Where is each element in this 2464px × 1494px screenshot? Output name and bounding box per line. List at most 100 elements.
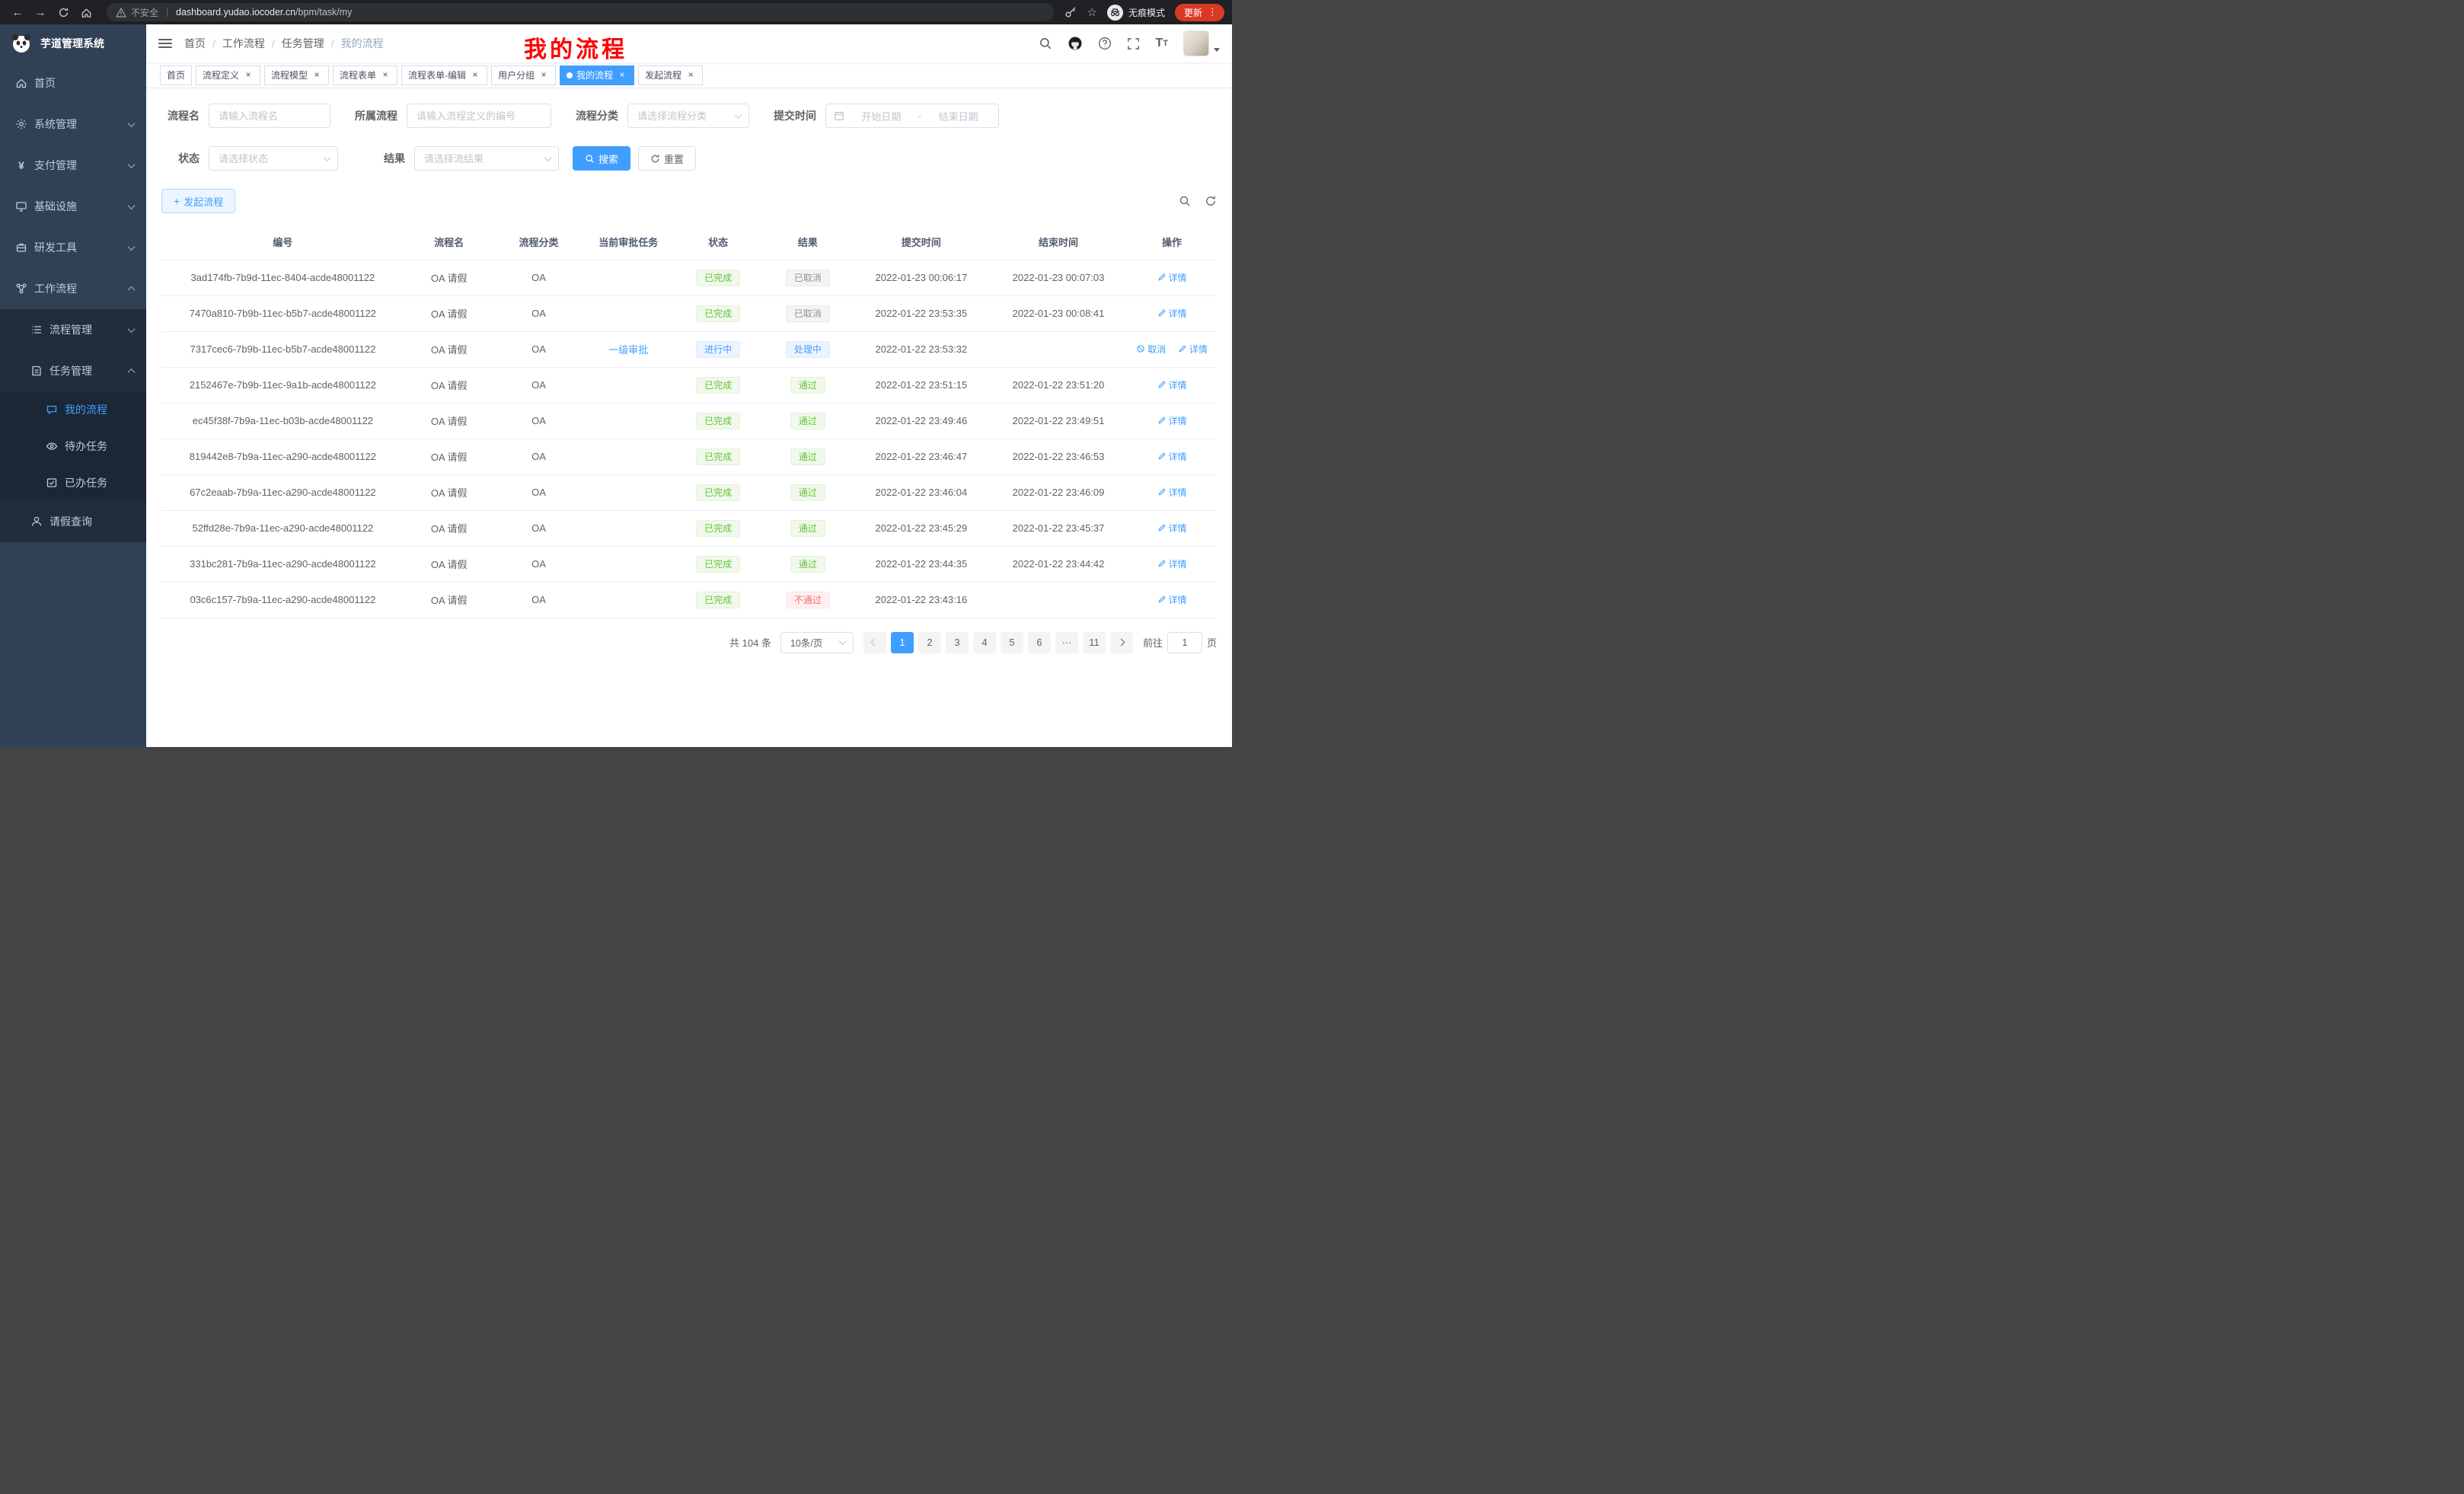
- sidebar-item-task-management[interactable]: 任务管理: [0, 350, 146, 391]
- sidebar-item-process-management[interactable]: 流程管理: [0, 309, 146, 350]
- tab-user-group[interactable]: 用户分组×: [491, 65, 556, 85]
- close-icon[interactable]: ×: [685, 70, 696, 81]
- user-menu[interactable]: [1183, 30, 1220, 56]
- result-select[interactable]: [414, 146, 559, 171]
- page-button[interactable]: 5: [1001, 632, 1023, 653]
- table-row: 7317cec6-7b9b-11ec-b5b7-acde48001122 OA …: [161, 331, 1217, 367]
- detail-link[interactable]: 详情: [1157, 414, 1187, 427]
- close-icon[interactable]: ×: [470, 70, 480, 81]
- url-text: dashboard.yudao.iocoder.cn/bpm/task/my: [176, 7, 352, 18]
- address-bar[interactable]: 不安全 dashboard.yudao.iocoder.cn/bpm/task/…: [107, 3, 1054, 21]
- process-id-input[interactable]: [407, 104, 551, 128]
- detail-link[interactable]: 详情: [1157, 271, 1187, 284]
- detail-link[interactable]: 详情: [1157, 486, 1187, 499]
- page-button[interactable]: 1: [891, 632, 914, 653]
- detail-link[interactable]: 详情: [1157, 307, 1187, 320]
- current-task-link[interactable]: 一级审批: [608, 344, 648, 356]
- detail-link[interactable]: 详情: [1157, 378, 1187, 391]
- sidebar-item-leave-query[interactable]: 请假查询: [0, 501, 146, 542]
- page-button[interactable]: 3: [946, 632, 969, 653]
- sidebar-item-payment[interactable]: ¥ 支付管理: [0, 145, 146, 186]
- password-key-icon[interactable]: [1064, 6, 1077, 18]
- update-browser-button[interactable]: 更新 ⋮: [1175, 4, 1224, 21]
- create-process-button[interactable]: + 发起流程: [161, 189, 235, 213]
- tab-process-form[interactable]: 流程表单×: [333, 65, 397, 85]
- detail-link[interactable]: 详情: [1157, 593, 1187, 606]
- close-icon[interactable]: ×: [311, 70, 322, 81]
- sidebar-item-home[interactable]: 首页: [0, 62, 146, 104]
- reload-icon[interactable]: [53, 3, 73, 21]
- result-badge: 不通过: [786, 592, 830, 608]
- sidebar-item-my-process[interactable]: 我的流程: [0, 391, 146, 428]
- category-select[interactable]: [627, 104, 749, 128]
- breadcrumb-item[interactable]: 工作流程: [222, 36, 265, 51]
- status-badge: 已完成: [696, 520, 740, 537]
- status-badge: 已完成: [696, 592, 740, 608]
- sidebar-item-infrastructure[interactable]: 基础设施: [0, 186, 146, 227]
- forward-icon[interactable]: →: [30, 3, 50, 21]
- avatar[interactable]: [1183, 30, 1209, 56]
- status-select[interactable]: [209, 146, 338, 171]
- page-button[interactable]: 2: [918, 632, 941, 653]
- help-icon[interactable]: [1098, 37, 1112, 50]
- page-button[interactable]: 6: [1028, 632, 1051, 653]
- back-icon[interactable]: ←: [8, 3, 27, 21]
- tab-process-form-edit[interactable]: 流程表单-编辑×: [401, 65, 487, 85]
- search-icon[interactable]: [1039, 37, 1052, 50]
- security-warning-icon[interactable]: [116, 8, 126, 18]
- cancel-link[interactable]: 取消: [1136, 343, 1166, 356]
- sidebar-item-label: 支付管理: [34, 158, 77, 173]
- gear-icon: [15, 118, 27, 130]
- close-icon[interactable]: ×: [380, 70, 391, 81]
- sidebar-item-workflow[interactable]: 工作流程: [0, 268, 146, 309]
- page-button[interactable]: 11: [1083, 632, 1106, 653]
- goto-page-input[interactable]: [1167, 632, 1202, 653]
- security-label: 不安全: [131, 6, 158, 19]
- close-icon[interactable]: ×: [538, 70, 549, 81]
- tab-process-model[interactable]: 流程模型×: [264, 65, 329, 85]
- sidebar-item-system[interactable]: 系统管理: [0, 104, 146, 145]
- tab-start-process[interactable]: 发起流程×: [638, 65, 703, 85]
- font-size-icon[interactable]: TT: [1155, 37, 1168, 50]
- breadcrumb-separator: /: [212, 37, 215, 49]
- more-pages-button[interactable]: ···: [1055, 632, 1078, 653]
- sidebar-item-todo-tasks[interactable]: 待办任务: [0, 428, 146, 464]
- detail-link[interactable]: 详情: [1157, 522, 1187, 535]
- detail-link[interactable]: 详情: [1157, 450, 1187, 463]
- prev-page-button[interactable]: [863, 632, 886, 653]
- sidebar-item-label: 基础设施: [34, 199, 77, 214]
- sidebar-item-devtools[interactable]: 研发工具: [0, 227, 146, 268]
- submit-time-label: 提交时间: [769, 108, 816, 123]
- goto-label: 前往: [1143, 635, 1163, 650]
- tab-home[interactable]: 首页: [160, 65, 192, 85]
- close-icon[interactable]: ×: [617, 70, 627, 81]
- process-name-input[interactable]: [209, 104, 330, 128]
- sidebar-item-label: 任务管理: [49, 363, 92, 378]
- search-button[interactable]: 搜索: [573, 146, 630, 171]
- breadcrumb-item[interactable]: 首页: [184, 36, 206, 51]
- detail-link[interactable]: 详情: [1157, 557, 1187, 570]
- close-icon[interactable]: ×: [243, 70, 254, 81]
- refresh-icon[interactable]: [1205, 195, 1217, 207]
- sidebar-item-done-tasks[interactable]: 已办任务: [0, 464, 146, 501]
- hamburger-icon[interactable]: [158, 39, 172, 48]
- home-icon[interactable]: [76, 3, 96, 21]
- app-logo[interactable]: 芋道管理系统: [0, 24, 146, 62]
- reset-button[interactable]: 重置: [638, 146, 696, 171]
- filter-row-1: 流程名 所属流程 流程分类 提交时间: [161, 104, 1217, 128]
- tab-process-definition[interactable]: 流程定义×: [196, 65, 260, 85]
- url-domain: dashboard.yudao.iocoder.cn: [176, 7, 295, 18]
- detail-link[interactable]: 详情: [1178, 343, 1208, 356]
- table-row: 67c2eaab-7b9a-11ec-a290-acde48001122 OA …: [161, 474, 1217, 510]
- fullscreen-icon[interactable]: [1127, 37, 1140, 50]
- toggle-search-icon[interactable]: [1179, 195, 1191, 207]
- chevron-down-icon: [128, 243, 136, 251]
- next-page-button[interactable]: [1110, 632, 1133, 653]
- tab-my-process[interactable]: 我的流程×: [560, 65, 634, 85]
- breadcrumb-item[interactable]: 任务管理: [282, 36, 324, 51]
- github-icon[interactable]: [1068, 36, 1083, 51]
- date-range-picker[interactable]: 开始日期 - 结束日期: [825, 104, 999, 128]
- bookmark-star-icon[interactable]: ☆: [1087, 5, 1097, 19]
- goto-unit: 页: [1207, 635, 1217, 650]
- page-button[interactable]: 4: [973, 632, 996, 653]
